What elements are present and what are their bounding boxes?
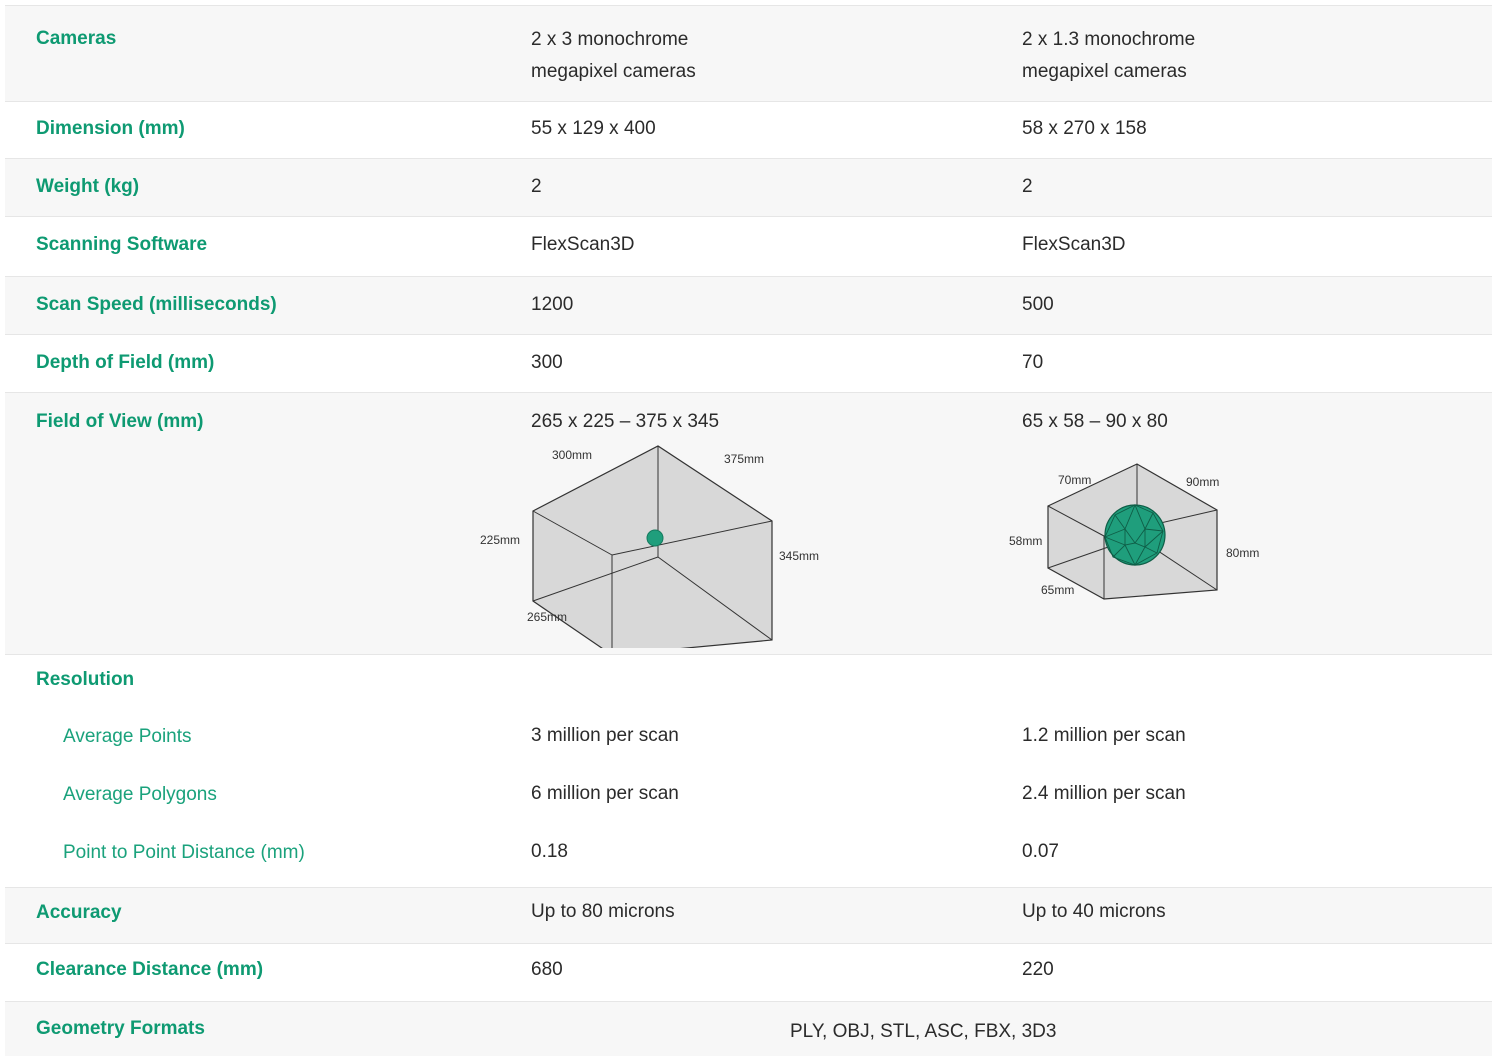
spec-table: Cameras 2 x 3 monochrome megapixel camer…	[5, 5, 1492, 1056]
value-scanner-2: 0.07	[1022, 841, 1059, 862]
value-line: 2 x 1.3 monochrome	[1022, 29, 1196, 50]
dim-label-left: 58mm	[1009, 534, 1042, 548]
row-sublabel: Average Polygons	[63, 784, 217, 805]
value-scanner-2: 500	[1022, 294, 1054, 315]
dim-label-top-left: 70mm	[1058, 473, 1091, 487]
dim-label-top-right: 90mm	[1186, 475, 1219, 489]
value-scanner-1: 2 x 3 monochrome megapixel cameras	[531, 24, 696, 88]
row-field-of-view: Field of View (mm) 265 x 225 – 375 x 345…	[5, 393, 1492, 655]
value-scanner-1: 3 million per scan	[531, 725, 679, 746]
dim-label-bottom: 65mm	[1041, 583, 1074, 597]
view-frustum	[532, 445, 773, 648]
value-scanner-2: 220	[1022, 959, 1054, 980]
row-label: Clearance Distance (mm)	[36, 959, 264, 980]
row-clearance-distance: Clearance Distance (mm) 680 220	[5, 944, 1492, 1002]
value-scanner-1: FlexScan3D	[531, 234, 635, 255]
value-line: 2 x 3 monochrome	[531, 29, 689, 50]
row-label: Scanning Software	[36, 234, 208, 255]
value-scanner-2: 2.4 million per scan	[1022, 783, 1186, 804]
field-of-view-diagram-1: 300mm 375mm 225mm 345mm 265mm	[480, 445, 819, 648]
row-sublabel: Average Points	[63, 726, 192, 747]
dim-label-top-left: 300mm	[552, 448, 592, 462]
row-label: Geometry Formats	[36, 1018, 205, 1039]
value-line: megapixel cameras	[531, 61, 696, 82]
value-scanner-1: 300	[531, 352, 563, 373]
value-scanner-2: 2	[1022, 176, 1033, 197]
row-label: Weight (kg)	[36, 176, 140, 197]
dim-label-right: 345mm	[779, 549, 819, 563]
value-scanner-1: 6 million per scan	[531, 783, 679, 804]
value-scanner-1: 2	[531, 176, 542, 197]
value-scanner-2: 58 x 270 x 158	[1022, 118, 1147, 139]
row-geometry-formats: Geometry Formats PLY, OBJ, STL, ASC, FBX…	[5, 1002, 1492, 1056]
row-resolution: Resolution	[5, 655, 1492, 703]
row-sublabel: Point to Point Distance (mm)	[63, 842, 305, 863]
value-shared: PLY, OBJ, STL, ASC, FBX, 3D3	[790, 1021, 1057, 1042]
row-label: Scan Speed (milliseconds)	[36, 294, 277, 315]
row-dimension: Dimension (mm) 55 x 129 x 400 58 x 270 x…	[5, 102, 1492, 159]
row-label: Accuracy	[36, 902, 122, 923]
value-scanner-2: Up to 40 microns	[1022, 901, 1166, 922]
field-of-view-diagram-2: 70mm 90mm 58mm 80mm 65mm	[1009, 463, 1259, 600]
value-scanner-2: FlexScan3D	[1022, 234, 1126, 255]
row-label: Depth of Field (mm)	[36, 352, 215, 373]
scan-target-sphere	[1104, 503, 1166, 566]
value-scanner-2: 1.2 million per scan	[1022, 725, 1186, 746]
value-scanner-1: 265 x 225 – 375 x 345	[531, 411, 720, 432]
row-label: Dimension (mm)	[36, 118, 185, 139]
value-scanner-1: 680	[531, 959, 563, 980]
row-average-points: Average Points 3 million per scan 1.2 mi…	[5, 703, 1492, 763]
value-scanner-1: 0.18	[531, 841, 568, 862]
value-scanner-2: 2 x 1.3 monochrome megapixel cameras	[1022, 24, 1195, 88]
dim-label-left: 225mm	[480, 533, 520, 547]
row-scanning-software: Scanning Software FlexScan3D FlexScan3D	[5, 217, 1492, 277]
value-scanner-1: 55 x 129 x 400	[531, 118, 656, 139]
row-average-polygons: Average Polygons 6 million per scan 2.4 …	[5, 763, 1492, 821]
row-label: Field of View (mm)	[36, 411, 204, 432]
value-scanner-2: 65 x 58 – 90 x 80	[1022, 411, 1168, 432]
value-scanner-1: Up to 80 microns	[531, 901, 675, 922]
row-depth-of-field: Depth of Field (mm) 300 70	[5, 335, 1492, 393]
row-point-to-point-distance: Point to Point Distance (mm) 0.18 0.07	[5, 821, 1492, 888]
dim-label-bottom: 265mm	[527, 610, 567, 624]
row-scan-speed: Scan Speed (milliseconds) 1200 500	[5, 277, 1492, 335]
row-label: Cameras	[36, 28, 117, 49]
dim-label-right: 80mm	[1226, 546, 1259, 560]
value-scanner-2: 70	[1022, 352, 1044, 373]
dim-label-top-right: 375mm	[724, 452, 764, 466]
scan-target-sphere	[646, 529, 664, 547]
row-accuracy: Accuracy Up to 80 microns Up to 40 micro…	[5, 888, 1492, 944]
row-weight: Weight (kg) 2 2	[5, 159, 1492, 217]
value-scanner-1: 1200	[531, 294, 574, 315]
value-line: megapixel cameras	[1022, 61, 1187, 82]
row-cameras: Cameras 2 x 3 monochrome megapixel camer…	[5, 6, 1492, 102]
row-label: Resolution	[36, 669, 135, 690]
